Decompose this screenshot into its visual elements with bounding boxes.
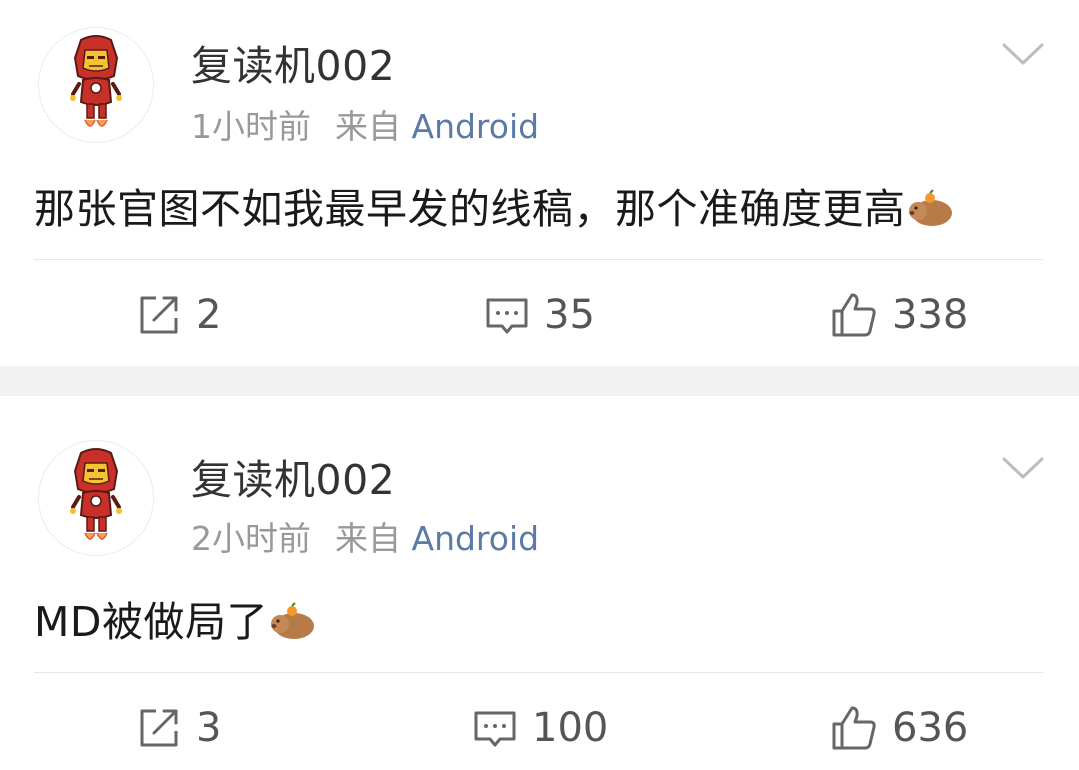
comment-text: MD被做局了: [34, 588, 316, 648]
repost-count: 2: [196, 292, 222, 338]
repost-button[interactable]: 3: [136, 698, 221, 758]
like-button[interactable]: 636: [830, 698, 968, 758]
comment-card: 复读机002 2小时前 来自 Android MD被做局了 3 100 636: [0, 396, 1079, 770]
username[interactable]: 复读机002: [191, 446, 395, 506]
post-meta: 1小时前 来自 Android: [191, 100, 539, 148]
capybara-emoji-icon: [906, 185, 954, 229]
comment-card: 复读机002 1小时前 来自 Android 那张官图不如我最早发的线稿，那个准确…: [0, 0, 1079, 366]
action-bar: 3 100 636: [0, 698, 1079, 758]
comment-button[interactable]: 35: [484, 285, 595, 345]
like-count: 338: [892, 292, 969, 338]
action-bar: 2 35 338: [0, 285, 1079, 345]
divider: [34, 672, 1043, 673]
comment-body: 那张官图不如我最早发的线稿，那个准确度更高: [34, 185, 906, 233]
chevron-down-icon[interactable]: [1001, 40, 1045, 68]
username[interactable]: 复读机002: [191, 32, 395, 92]
repost-button[interactable]: 2: [136, 285, 221, 345]
source-app-link[interactable]: Android: [412, 519, 540, 558]
source-prefix: 来自: [335, 519, 401, 558]
comment-icon: [486, 298, 528, 334]
source-prefix: 来自: [335, 107, 401, 146]
comment-body: MD被做局了: [34, 598, 268, 646]
weibo-comment-feed: 复读机002 1小时前 来自 Android 那张官图不如我最早发的线稿，那个准确…: [0, 0, 1079, 770]
repost-icon: [140, 709, 178, 747]
like-button[interactable]: 338: [830, 285, 968, 345]
section-separator: [0, 366, 1079, 396]
iron-man-avatar-icon: [39, 28, 153, 142]
source-app-link[interactable]: Android: [412, 107, 540, 146]
comment-count: 100: [532, 705, 609, 751]
like-icon: [832, 706, 876, 750]
avatar[interactable]: [38, 440, 154, 556]
post-meta: 2小时前 来自 Android: [191, 512, 539, 560]
capybara-emoji-icon: [268, 598, 316, 642]
comment-button[interactable]: 100: [472, 698, 608, 758]
iron-man-avatar-icon: [39, 441, 153, 555]
comment-icon: [474, 711, 516, 747]
like-count: 636: [892, 705, 969, 751]
like-icon: [832, 293, 876, 337]
avatar[interactable]: [38, 27, 154, 143]
comment-text: 那张官图不如我最早发的线稿，那个准确度更高: [34, 175, 954, 235]
repost-icon: [140, 296, 178, 334]
chevron-down-icon[interactable]: [1001, 454, 1045, 482]
comment-count: 35: [544, 292, 595, 338]
post-time: 2小时前: [191, 519, 311, 558]
post-time: 1小时前: [191, 107, 311, 146]
divider: [34, 259, 1043, 260]
repost-count: 3: [196, 705, 222, 751]
